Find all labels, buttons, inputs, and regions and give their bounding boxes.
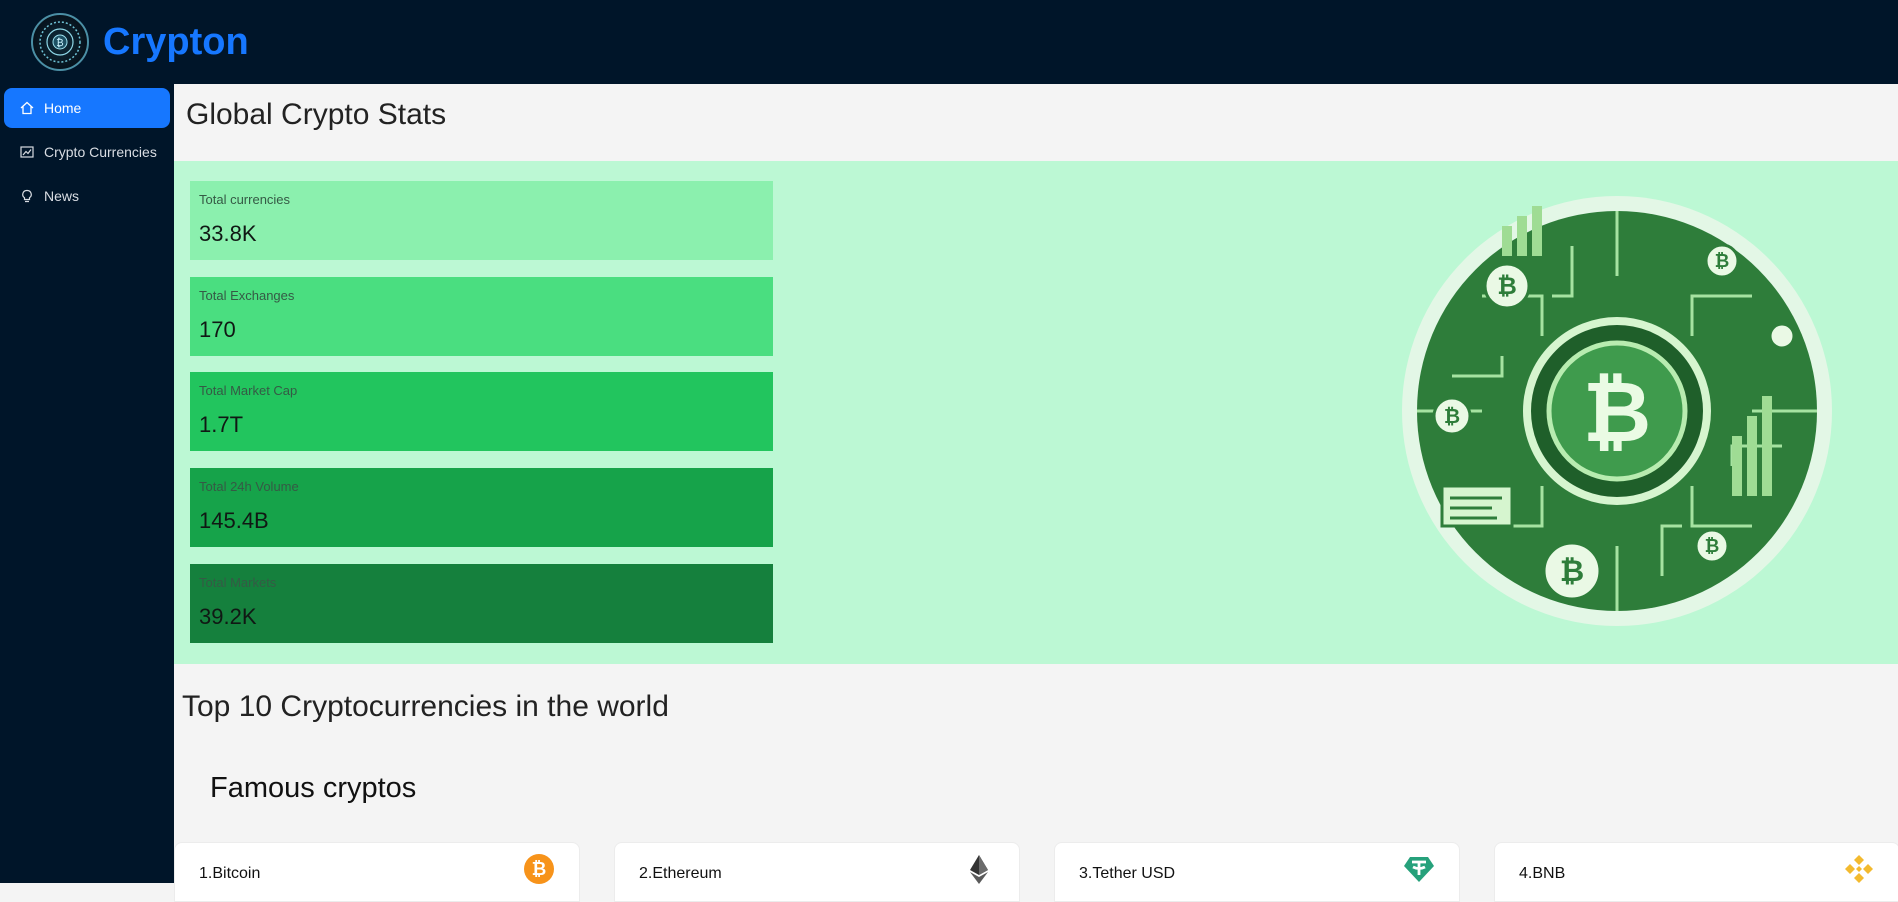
crypto-card-ethereum[interactable]: 2.Ethereum [614,842,1020,902]
bitcoin-icon: ₿ [523,853,555,885]
svg-text:₿: ₿ [532,859,547,880]
stat-value: 1.7T [199,412,244,437]
stat-value: 39.2K [199,604,257,629]
crypto-card-bitcoin[interactable]: 1.Bitcoin ₿ [174,842,580,902]
stat-card-total-24h-volume: Total 24h Volume 145.4B [190,468,773,547]
sidebar-item-news[interactable]: News [4,176,170,216]
svg-text:₿: ₿ [1560,554,1584,589]
svg-text:₿: ₿ [1705,536,1720,557]
stat-label: Total Markets [199,575,277,590]
chart-icon [20,145,34,159]
crypto-card-name[interactable]: 3.Tether USD [1079,865,1175,883]
svg-text:₿: ₿ [56,37,63,49]
sidebar-item-home[interactable]: Home [4,88,170,128]
sidebar-item-label: Home [44,100,82,116]
main-content: Global Crypto Stats Total currencies 33.… [174,84,1898,902]
bitcoin-circuit-illustration: ₿ ₿ ₿ ₿ ₿ ₿ [1392,186,1842,636]
crypto-card-bnb[interactable]: 4.BNB [1494,842,1898,902]
stat-card-total-exchanges: Total Exchanges 170 [190,277,773,356]
section-title: Top 10 Cryptocurrencies in the world [182,690,669,723]
stat-label: Total currencies [199,192,291,207]
home-icon [20,101,34,115]
svg-text:₿: ₿ [1715,251,1730,272]
stats-panel: Total currencies 33.8K Total Exchanges 1… [174,161,1898,664]
sub-title: Famous cryptos [210,772,417,804]
stat-value: 33.8K [199,221,257,246]
stat-label: Total 24h Volume [199,479,299,494]
stat-value: 145.4B [199,508,269,533]
stat-card-total-market-cap: Total Market Cap 1.7T [190,372,773,451]
tether-icon [1403,853,1435,885]
crypton-logo-icon[interactable]: ₿ [31,13,89,71]
sidebar-item-label: News [44,188,80,204]
svg-text:₿: ₿ [1583,363,1651,461]
svg-text:₿: ₿ [1497,272,1517,300]
stat-card-total-currencies: Total currencies 33.8K [190,181,773,260]
top-header: ₿ Crypton [0,0,1898,84]
svg-text:₿: ₿ [1444,404,1460,428]
stat-value: 170 [199,317,236,342]
stat-label: Total Market Cap [199,383,298,398]
bnb-icon [1843,853,1875,885]
crypto-card-name[interactable]: 4.BNB [1519,865,1565,883]
sidebar-item-label: Crypto Currencies [44,144,157,160]
page-title: Global Crypto Stats [186,98,447,131]
stat-card-total-markets: Total Markets 39.2K [190,564,773,643]
stat-label: Total Exchanges [199,288,295,303]
sidebar: Home Crypto Currencies News [0,84,174,883]
sidebar-item-crypto-currencies[interactable]: Crypto Currencies [4,132,170,172]
crypto-card-tether[interactable]: 3.Tether USD [1054,842,1460,902]
crypto-card-name[interactable]: 1.Bitcoin [199,865,260,883]
ethereum-icon [963,853,995,885]
crypto-card-name[interactable]: 2.Ethereum [639,865,722,883]
bulb-icon [20,189,34,203]
app-title[interactable]: Crypton [103,21,249,64]
